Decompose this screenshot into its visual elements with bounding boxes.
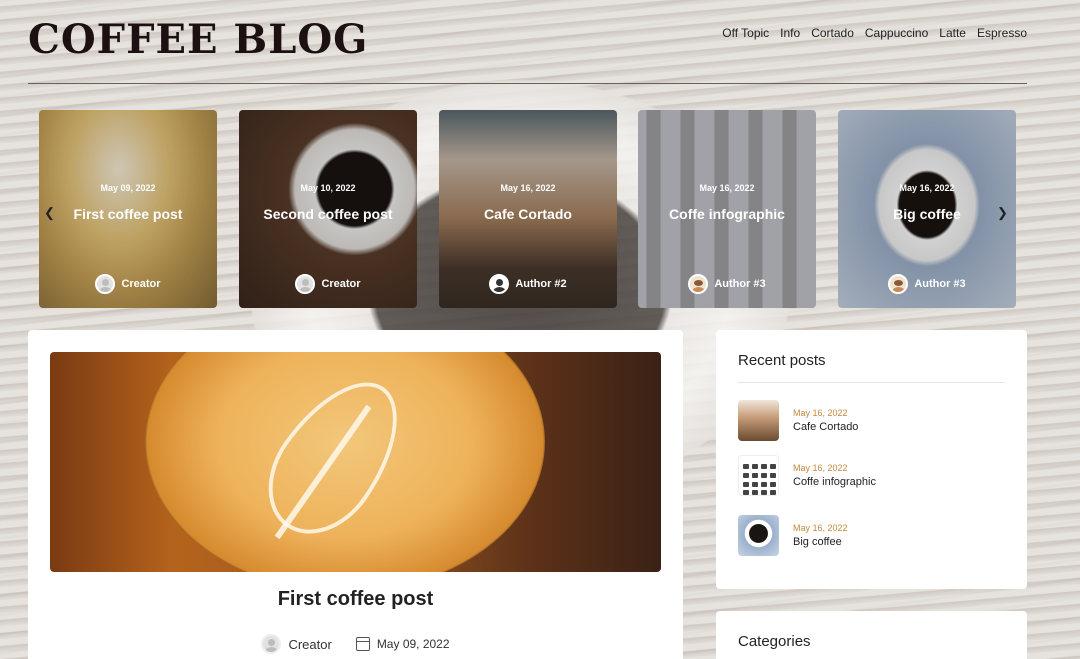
recent-post-thumbnail[interactable] xyxy=(738,399,779,441)
default-avatar-icon xyxy=(95,274,116,294)
post-panel: First coffee post Creator May 09, 2022 xyxy=(28,330,683,659)
recent-post-item[interactable]: May 16, 2022 Cafe Cortado xyxy=(738,399,1008,441)
nav-cortado[interactable]: Cortado xyxy=(811,26,854,40)
card-author-name[interactable]: Creator xyxy=(321,278,360,290)
post-date: May 09, 2022 xyxy=(355,637,450,651)
recent-post-title[interactable]: Cafe Cortado xyxy=(793,421,858,433)
card-author: Creator xyxy=(239,274,417,294)
card-title[interactable]: First coffee post xyxy=(39,206,217,222)
recent-post-date: May 16, 2022 xyxy=(793,462,848,473)
post-hero-image[interactable] xyxy=(50,352,661,572)
card-author: Author #3 xyxy=(638,274,816,294)
card-author-name[interactable]: Author #2 xyxy=(515,278,566,290)
card-date: May 10, 2022 xyxy=(300,183,356,193)
recent-post-thumbnail[interactable] xyxy=(738,514,779,556)
featured-carousel: May 09, 2022 First coffee post Creator M… xyxy=(39,110,1019,308)
carousel-card[interactable]: May 10, 2022 Second coffee post Creator xyxy=(239,110,417,308)
card-title[interactable]: Second coffee post xyxy=(239,206,417,222)
dark-avatar-icon xyxy=(489,274,510,294)
coffee-cup-avatar-icon xyxy=(688,274,709,294)
recent-post-item[interactable]: May 16, 2022 Coffe infographic xyxy=(738,454,1008,496)
main-nav: Off Topic Info Cortado Cappuccino Latte … xyxy=(722,26,1027,40)
recent-post-date: May 16, 2022 xyxy=(793,522,848,533)
card-title[interactable]: Big coffee xyxy=(838,206,1016,222)
nav-off-topic[interactable]: Off Topic xyxy=(722,26,769,40)
nav-espresso[interactable]: Espresso xyxy=(977,26,1027,40)
carousel-card[interactable]: May 16, 2022 Big coffee Author #3 xyxy=(838,110,1016,308)
post-date-text: May 09, 2022 xyxy=(376,637,450,651)
divider xyxy=(738,382,1005,383)
carousel-card[interactable]: May 16, 2022 Cafe Cortado Author #2 xyxy=(439,110,617,308)
card-date: May 16, 2022 xyxy=(899,183,955,193)
post-title[interactable]: First coffee post xyxy=(28,588,683,611)
carousel-card[interactable]: May 09, 2022 First coffee post Creator xyxy=(39,110,217,308)
nav-latte[interactable]: Latte xyxy=(939,26,966,40)
card-author-name[interactable]: Creator xyxy=(121,278,160,290)
nav-cappuccino[interactable]: Cappuccino xyxy=(865,26,928,40)
coffee-cup-avatar-icon xyxy=(888,274,909,294)
categories-widget: Categories xyxy=(716,611,1027,659)
recent-post-item[interactable]: May 16, 2022 Big coffee xyxy=(738,514,1008,556)
post-meta: Creator May 09, 2022 xyxy=(28,634,683,654)
recent-post-thumbnail[interactable] xyxy=(738,454,779,496)
carousel-card[interactable]: May 16, 2022 Coffe infographic Author #3 xyxy=(638,110,816,308)
card-date: May 16, 2022 xyxy=(699,183,755,193)
recent-posts-heading: Recent posts xyxy=(738,352,826,369)
card-author-name[interactable]: Author #3 xyxy=(714,278,765,290)
post-author-name[interactable]: Creator xyxy=(288,637,331,652)
card-title[interactable]: Coffe infographic xyxy=(638,206,816,222)
default-avatar-icon xyxy=(295,274,316,294)
categories-heading: Categories xyxy=(738,633,811,650)
default-avatar-icon xyxy=(261,634,282,654)
nav-info[interactable]: Info xyxy=(780,26,800,40)
recent-post-date: May 16, 2022 xyxy=(793,407,848,418)
recent-posts-widget: Recent posts May 16, 2022 Cafe Cortado M… xyxy=(716,330,1027,589)
card-author-name[interactable]: Author #3 xyxy=(914,278,965,290)
calendar-icon xyxy=(355,637,370,651)
post-author[interactable]: Creator xyxy=(261,634,332,654)
recent-post-title[interactable]: Coffe infographic xyxy=(793,476,876,488)
recent-post-title[interactable]: Big coffee xyxy=(793,536,848,548)
card-author: Author #2 xyxy=(439,274,617,294)
card-date: May 16, 2022 xyxy=(500,183,556,193)
site-header: COFFEE BLOG Off Topic Info Cortado Cappu… xyxy=(28,0,1027,84)
card-date: May 09, 2022 xyxy=(100,183,156,193)
chevron-right-icon[interactable]: ❯ xyxy=(997,205,1008,221)
card-author: Author #3 xyxy=(838,274,1016,294)
site-logo[interactable]: COFFEE BLOG xyxy=(28,16,368,63)
card-author: Creator xyxy=(39,274,217,294)
chevron-left-icon[interactable]: ❮ xyxy=(44,205,55,221)
card-title[interactable]: Cafe Cortado xyxy=(439,206,617,222)
